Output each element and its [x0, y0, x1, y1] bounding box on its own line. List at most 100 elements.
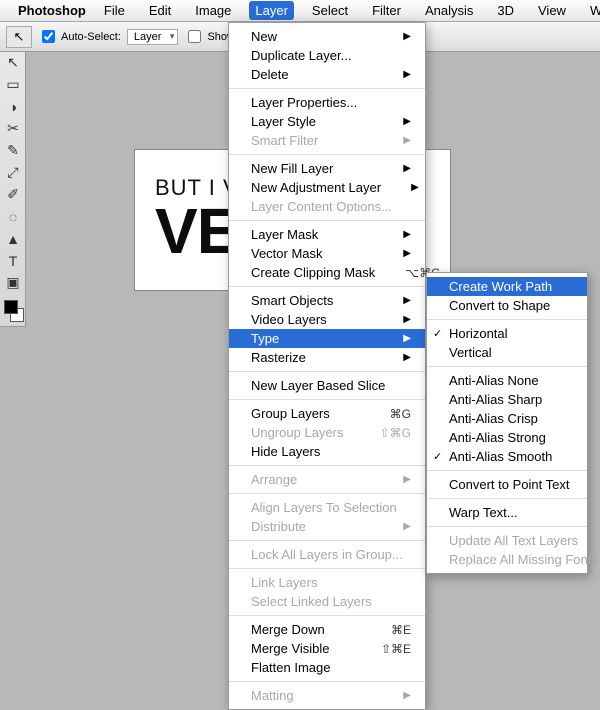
- menu-window[interactable]: Window: [584, 1, 600, 20]
- menu-item-label: Layer Properties...: [251, 95, 411, 110]
- submenu-arrow-icon: ▶: [403, 229, 411, 240]
- layer-menu-merge-down[interactable]: Merge Down ⌘E: [229, 620, 425, 639]
- menu-item-label: New Layer Based Slice: [251, 378, 411, 393]
- submenu-arrow-icon: ▶: [403, 690, 411, 701]
- layer-menu-layer-mask[interactable]: Layer Mask ▶: [229, 225, 425, 244]
- layer-menu-sep-26: [229, 465, 425, 466]
- menu-item-label: Create Work Path: [449, 279, 573, 294]
- tool-4[interactable]: ✎: [0, 140, 26, 162]
- menu-item-label: Convert to Shape: [449, 298, 573, 313]
- layer-menu-duplicate-layer[interactable]: Duplicate Layer...: [229, 46, 425, 65]
- layer-menu-sep-31: [229, 540, 425, 541]
- type-sub-anti-alias-strong[interactable]: Anti-Alias Strong: [427, 428, 587, 447]
- layer-menu-link-layers: Link Layers: [229, 573, 425, 592]
- layer-menu-create-clipping-mask[interactable]: Create Clipping Mask⌥⌘G: [229, 263, 425, 282]
- layer-menu-new-layer-based-slice[interactable]: New Layer Based Slice: [229, 376, 425, 395]
- auto-select-checkbox[interactable]: [42, 30, 55, 43]
- layer-menu-layer-style[interactable]: Layer Style▶: [229, 112, 425, 131]
- menu-edit[interactable]: Edit: [143, 1, 177, 20]
- type-sub-vertical[interactable]: Vertical: [427, 343, 587, 362]
- submenu-arrow-icon: ▶: [403, 31, 411, 42]
- menu-item-label: Select Linked Layers: [251, 594, 411, 609]
- move-tool-icon[interactable]: ↖: [6, 26, 32, 48]
- app-name[interactable]: Photoshop: [18, 3, 86, 18]
- menu-filter[interactable]: Filter: [366, 1, 407, 20]
- menu-item-label: Distribute: [251, 519, 373, 534]
- layer-menu-layer-properties[interactable]: Layer Properties...: [229, 93, 425, 112]
- layer-menu-group-layers[interactable]: Group Layers⌘G: [229, 404, 425, 423]
- tool-7[interactable]: ◌: [0, 206, 26, 228]
- tool-8[interactable]: ▲: [0, 228, 26, 250]
- menu-item-label: Merge Down: [251, 622, 361, 637]
- menubar: Photoshop File Edit Image Layer Select Filter…: [0, 0, 600, 22]
- layer-menu-vector-mask[interactable]: Vector Mask▶: [229, 244, 425, 263]
- menu-select[interactable]: Select: [306, 1, 354, 20]
- tool-9[interactable]: T: [0, 250, 26, 272]
- layer-menu-new-fill-layer[interactable]: New Fill Layer▶: [229, 159, 425, 178]
- shortcut-label: ⌘G: [390, 407, 411, 421]
- tool-3[interactable]: ✂: [0, 118, 26, 140]
- layer-menu-flatten-image[interactable]: Flatten Image: [229, 658, 425, 677]
- menu-layer[interactable]: Layer: [249, 1, 294, 20]
- check-icon: ✓: [433, 327, 442, 340]
- type-sub-convert-to-shape[interactable]: Convert to Shape: [427, 296, 587, 315]
- menu-item-label: Smart Objects: [251, 293, 373, 308]
- layer-menu-new[interactable]: New ▶: [229, 27, 425, 46]
- show-transform-checkbox[interactable]: [188, 30, 201, 43]
- type-sub-sep-11: [427, 470, 587, 471]
- menu-item-label: Rasterize: [251, 350, 373, 365]
- auto-select-dropdown[interactable]: Layer: [127, 29, 179, 45]
- layer-menu-smart-objects[interactable]: Smart Objects▶: [229, 291, 425, 310]
- type-sub-anti-alias-sharp[interactable]: Anti-Alias Sharp: [427, 390, 587, 409]
- layer-menu-sep-11: [229, 220, 425, 221]
- submenu-arrow-icon: ▶: [403, 248, 411, 259]
- layer-menu-merge-visible[interactable]: Merge Visible⇧⌘E: [229, 639, 425, 658]
- layer-menu-type[interactable]: Type▶: [229, 329, 425, 348]
- tool-6[interactable]: ✐: [0, 184, 26, 206]
- layer-menu-layer-content-options: Layer Content Options...: [229, 197, 425, 216]
- toolbox: ↖▭◑✂✎⤢✐◌▲T▣: [0, 52, 26, 327]
- menu-3d[interactable]: 3D: [491, 1, 520, 20]
- tool-10[interactable]: ▣: [0, 272, 26, 294]
- tool-5[interactable]: ⤢: [0, 162, 26, 184]
- type-sub-anti-alias-smooth[interactable]: ✓Anti-Alias Smooth: [427, 447, 587, 466]
- menu-item-label: New: [251, 29, 373, 44]
- layer-menu-sep-28: [229, 493, 425, 494]
- layer-menu-sep-3: [229, 88, 425, 89]
- type-sub-sep-13: [427, 498, 587, 499]
- type-sub-anti-alias-none[interactable]: Anti-Alias None: [427, 371, 587, 390]
- layer-menu-video-layers[interactable]: Video Layers▶: [229, 310, 425, 329]
- shortcut-label: ⌘E: [391, 623, 411, 637]
- auto-select-label: Auto-Select:: [61, 31, 121, 43]
- menu-file[interactable]: File: [98, 1, 131, 20]
- type-sub-convert-to-point-text[interactable]: Convert to Point Text: [427, 475, 587, 494]
- tool-1[interactable]: ▭: [0, 74, 26, 96]
- type-sub-horizontal[interactable]: ✓Horizontal: [427, 324, 587, 343]
- layer-menu-hide-layers[interactable]: Hide Layers: [229, 442, 425, 461]
- submenu-arrow-icon: ▶: [403, 163, 411, 174]
- type-sub-create-work-path[interactable]: Create Work Path: [427, 277, 587, 296]
- menu-item-label: Flatten Image: [251, 660, 411, 675]
- menu-item-label: Vertical: [449, 345, 573, 360]
- submenu-arrow-icon: ▶: [403, 352, 411, 363]
- type-sub-warp-text[interactable]: Warp Text...: [427, 503, 587, 522]
- layer-menu-rasterize[interactable]: Rasterize ▶: [229, 348, 425, 367]
- layer-menu-arrange: Arrange▶: [229, 470, 425, 489]
- color-swatches[interactable]: [0, 298, 26, 326]
- layer-menu: New ▶ Duplicate Layer...Delete▶ Layer Prope…: [228, 22, 426, 710]
- tool-2[interactable]: ◑: [0, 96, 26, 118]
- submenu-arrow-icon: ▶: [403, 69, 411, 80]
- menu-view[interactable]: View: [532, 1, 572, 20]
- menu-item-label: Warp Text...: [449, 505, 573, 520]
- menu-item-label: Layer Mask: [251, 227, 373, 242]
- check-icon: ✓: [433, 450, 442, 463]
- layer-menu-delete[interactable]: Delete▶: [229, 65, 425, 84]
- tool-0[interactable]: ↖: [0, 52, 26, 74]
- submenu-arrow-icon: ▶: [411, 182, 419, 193]
- menu-analysis[interactable]: Analysis: [419, 1, 479, 20]
- layer-menu-new-adjustment-layer[interactable]: New Adjustment Layer▶: [229, 178, 425, 197]
- submenu-arrow-icon: ▶: [403, 474, 411, 485]
- type-sub-anti-alias-crisp[interactable]: Anti-Alias Crisp: [427, 409, 587, 428]
- menu-image[interactable]: Image: [189, 1, 237, 20]
- menu-item-label: Anti-Alias Strong: [449, 430, 573, 445]
